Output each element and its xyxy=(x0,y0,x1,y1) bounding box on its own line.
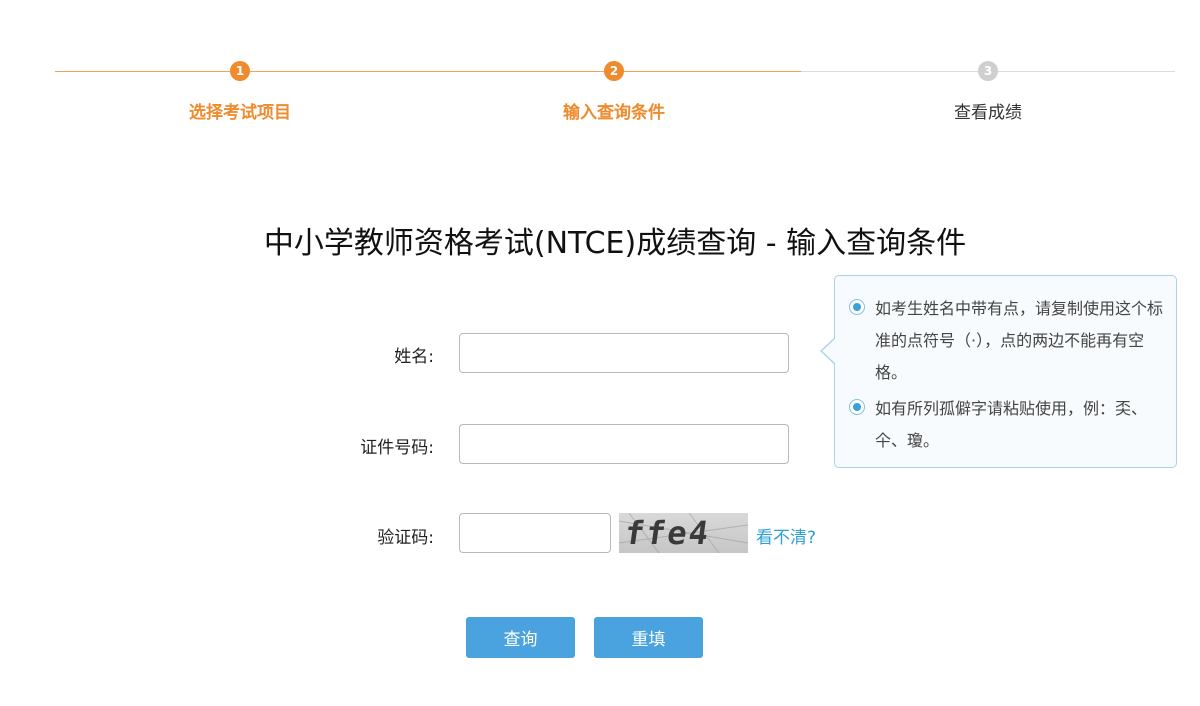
reset-button[interactable]: 重填 xyxy=(594,617,703,658)
input-tips-popover: 如考生姓名中带有点，请复制使用这个标准的点符号（·），点的两边不能再有空格。 如… xyxy=(820,275,1177,468)
step-2-label: 输入查询条件 xyxy=(563,103,665,123)
score-query-page: 1 选择考试项目 2 输入查询条件 3 查看成绩 中小学教师资格考试(NTCE)… xyxy=(0,0,1200,706)
captcha-label: 验证码: xyxy=(377,528,434,548)
page-title: 中小学教师资格考试(NTCE)成绩查询 - 输入查询条件 xyxy=(263,226,967,261)
captcha-input[interactable] xyxy=(459,513,611,553)
captcha-refresh-link[interactable]: 看不清? xyxy=(756,523,816,548)
tip-text: 如考生姓名中带有点，请复制使用这个标准的点符号（·），点的两边不能再有空格。 xyxy=(875,299,1164,382)
tip-item: 如考生姓名中带有点，请复制使用这个标准的点符号（·），点的两边不能再有空格。 xyxy=(849,293,1164,389)
step-1-number: 1 xyxy=(230,61,250,81)
step-3-label: 查看成绩 xyxy=(954,103,1022,123)
captcha-code: ffe4 xyxy=(622,514,713,552)
step-1: 1 选择考试项目 xyxy=(160,61,320,123)
step-3: 3 查看成绩 xyxy=(908,61,1068,123)
name-input[interactable] xyxy=(459,333,789,373)
step-1-label: 选择考试项目 xyxy=(189,103,291,123)
progress-stepper: 1 选择考试项目 2 输入查询条件 3 查看成绩 xyxy=(0,0,1200,140)
id-number-input[interactable] xyxy=(459,424,789,464)
step-2-number: 2 xyxy=(604,61,624,81)
tip-text: 如有所列孤僻字请粘贴使用，例：奀、仐、瓊。 xyxy=(875,399,1148,450)
name-label: 姓名: xyxy=(394,347,434,367)
query-button[interactable]: 查询 xyxy=(466,617,575,658)
bullet-dot-icon xyxy=(849,399,865,415)
step-3-number: 3 xyxy=(978,61,998,81)
tip-item: 如有所列孤僻字请粘贴使用，例：奀、仐、瓊。 xyxy=(849,393,1164,457)
id-number-label: 证件号码: xyxy=(360,438,434,458)
tip-arrow-fill xyxy=(822,337,837,365)
bullet-dot-icon xyxy=(849,299,865,315)
step-2: 2 输入查询条件 xyxy=(534,61,694,123)
captcha-image[interactable]: ffe4 xyxy=(619,513,748,553)
